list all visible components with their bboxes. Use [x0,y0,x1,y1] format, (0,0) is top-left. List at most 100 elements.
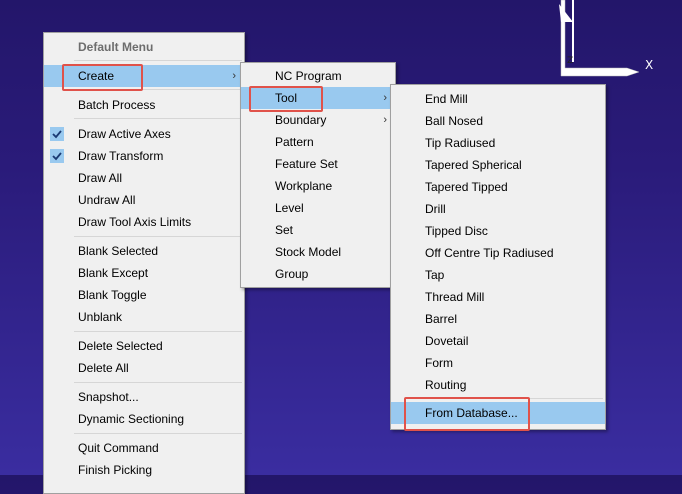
menu-item-delete-all[interactable]: Delete All [44,357,244,379]
x-axis-label: X [645,58,654,72]
menu-item-pattern[interactable]: Pattern [241,131,395,153]
menu-item-label: Pattern [275,135,314,149]
menu-item-form[interactable]: Form [391,352,605,374]
chevron-right-icon: › [383,92,387,104]
menu-item-set[interactable]: Set [241,219,395,241]
menu-item-label: NC Program [275,69,342,83]
axes-icon [559,0,640,77]
menu-item-feature-set[interactable]: Feature Set [241,153,395,175]
menu-item-label: Blank Toggle [78,288,147,302]
menu-item-boundary[interactable]: Boundary › [241,109,395,131]
menu-item-label: Level [275,201,304,215]
menu-item-label: Quit Command [78,441,159,455]
menu-item-label: Delete All [78,361,129,375]
menu-item-snapshot[interactable]: Snapshot... [44,386,244,408]
menu-item-tip-radiused[interactable]: Tip Radiused [391,132,605,154]
menu-item-off-centre-tip-radiused[interactable]: Off Centre Tip Radiused [391,242,605,264]
menu-item-label: Thread Mill [425,290,485,304]
menu-item-batch-process[interactable]: Batch Process [44,94,244,116]
menu-item-blank-except[interactable]: Blank Except [44,262,244,284]
menu-item-label: Off Centre Tip Radiused [425,246,554,260]
menu-item-label: Stock Model [275,245,342,259]
menu-item-label: From Database... [425,406,518,420]
context-menu-default: Default Menu Create › Batch Process Draw… [43,32,245,494]
menu-item-label: Tipped Disc [425,224,488,238]
menu-item-label: Tapered Tipped [425,180,508,194]
menu-item-nc-program[interactable]: NC Program [241,65,395,87]
menu-item-label: End Mill [425,92,468,106]
menu-item-label: Delete Selected [78,339,163,353]
menu-item-thread-mill[interactable]: Thread Mill [391,286,605,308]
menu-item-label: Tip Radiused [425,136,496,150]
menu-item-label: Undraw All [78,193,136,207]
menu-item-label: Feature Set [275,157,338,171]
menu-item-label: Draw Active Axes [78,127,171,141]
menu-item-draw-tool-axis-limits[interactable]: Draw Tool Axis Limits [44,211,244,233]
menu-item-label: Drill [425,202,446,216]
menu-item-label: Set [275,223,294,237]
menu-item-draw-transform[interactable]: Draw Transform [44,145,244,167]
menu-item-create[interactable]: Create › [44,65,244,87]
menu-item-label: Routing [425,378,467,392]
menu-item-stock-model[interactable]: Stock Model [241,241,395,263]
menu-item-tool[interactable]: Tool › [241,87,395,109]
menu-item-undraw-all[interactable]: Undraw All [44,189,244,211]
z-axis-label: Z [567,56,574,66]
menu-item-dynamic-sectioning[interactable]: Dynamic Sectioning [44,408,244,430]
menu-separator [74,60,242,61]
menu-item-blank-selected[interactable]: Blank Selected [44,240,244,262]
menu-item-tap[interactable]: Tap [391,264,605,286]
menu-item-label: Workplane [275,179,333,193]
menu-item-draw-all[interactable]: Draw All [44,167,244,189]
menu-item-label: Tool [275,91,298,105]
menu-item-workplane[interactable]: Workplane [241,175,395,197]
menu-separator [74,382,242,383]
menu-item-label: Boundary [275,113,327,127]
chevron-right-icon: › [232,70,236,82]
menu-item-label: Blank Selected [78,244,159,258]
menu-item-label: Ball Nosed [425,114,484,128]
menu-item-routing[interactable]: Routing [391,374,605,396]
menu-separator [74,89,242,90]
menu-item-ball-nosed[interactable]: Ball Nosed [391,110,605,132]
menu-item-label: Form [425,356,453,370]
menu-item-label: Draw Tool Axis Limits [78,215,192,229]
menu-item-label: Group [275,267,309,281]
menu-item-unblank[interactable]: Unblank [44,306,244,328]
menu-item-tipped-disc[interactable]: Tipped Disc [391,220,605,242]
menu-item-dovetail[interactable]: Dovetail [391,330,605,352]
menu-item-label: Draw Transform [78,149,164,163]
menu-title: Default Menu [44,36,244,58]
menu-item-level[interactable]: Level [241,197,395,219]
checkmark-icon [50,127,64,141]
menu-item-label: Draw All [78,171,123,185]
menu-separator [74,433,242,434]
menu-item-blank-toggle[interactable]: Blank Toggle [44,284,244,306]
menu-item-label: Blank Except [78,266,149,280]
checkmark-icon [50,149,64,163]
menu-item-draw-active-axes[interactable]: Draw Active Axes [44,123,244,145]
menu-item-barrel[interactable]: Barrel [391,308,605,330]
menu-item-label: Batch Process [78,98,156,112]
menu-item-drill[interactable]: Drill [391,198,605,220]
menu-item-label: Dynamic Sectioning [78,412,185,426]
menu-item-from-database[interactable]: From Database... [391,402,605,424]
menu-title-label: Default Menu [78,40,154,54]
menu-item-tapered-tipped[interactable]: Tapered Tipped [391,176,605,198]
menu-item-delete-selected[interactable]: Delete Selected [44,335,244,357]
menu-item-tapered-spherical[interactable]: Tapered Spherical [391,154,605,176]
menu-item-label: Dovetail [425,334,469,348]
menu-separator [421,398,603,399]
menu-item-quit-command[interactable]: Quit Command [44,437,244,459]
submenu-create: NC Program Tool › Boundary › Pattern Fea… [240,62,396,288]
menu-separator [74,236,242,237]
menu-item-label: Barrel [425,312,458,326]
menu-item-end-mill[interactable]: End Mill [391,88,605,110]
menu-item-group[interactable]: Group [241,263,395,285]
menu-item-label: Snapshot... [78,390,139,404]
menu-separator [74,331,242,332]
menu-item-label: Unblank [78,310,123,324]
menu-separator [74,118,242,119]
menu-item-finish-picking[interactable]: Finish Picking [44,459,244,481]
chevron-right-icon: › [383,114,387,126]
